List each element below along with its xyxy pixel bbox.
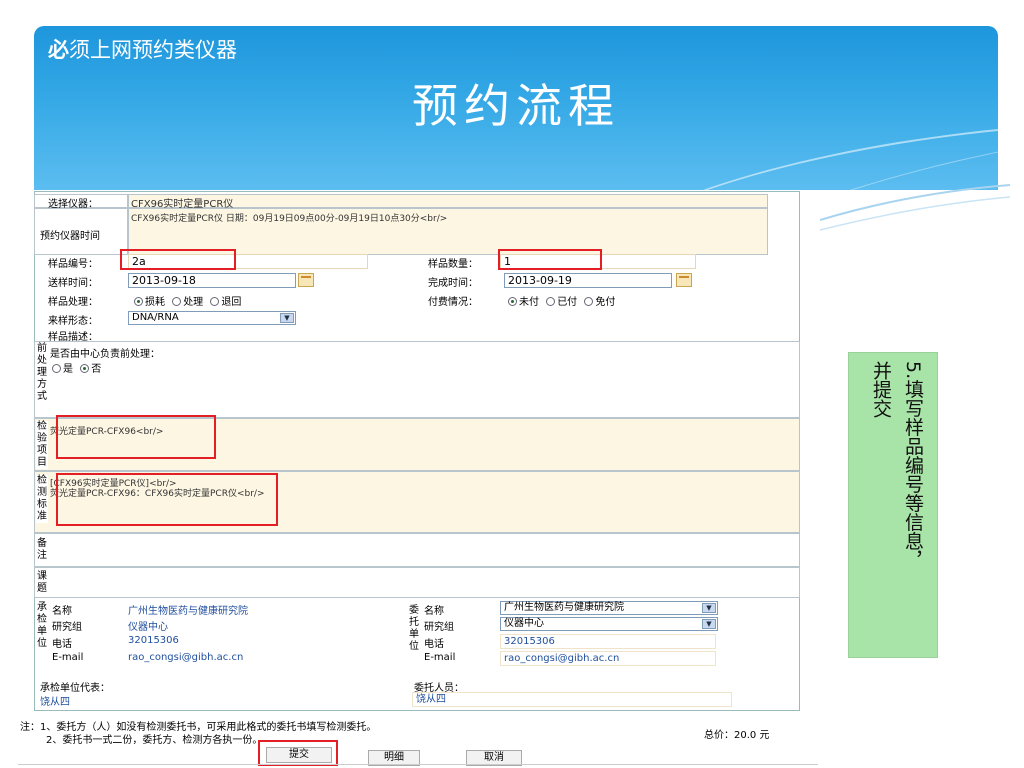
radio-return[interactable]	[210, 297, 220, 306]
slide-subtitle: 必须上网预约类仪器	[48, 38, 237, 62]
treatment-label: 样品处理：	[48, 297, 98, 308]
finish-time-input[interactable]: 2013-09-19	[504, 273, 672, 288]
calendar-icon[interactable]	[676, 273, 692, 287]
radio-unpaid[interactable]	[508, 297, 517, 306]
left-email-label: E-mail	[52, 652, 84, 663]
highlight-box	[56, 415, 216, 459]
chevron-down-icon: ▼	[702, 619, 716, 629]
booking-time-label: 预约仪器时间	[40, 231, 100, 242]
client-input[interactable]: 饶从四	[412, 692, 732, 707]
booking-time-value: CFX96实时定量PCR仪 日期：09月19日09点00分-09月19日10点3…	[131, 214, 448, 224]
right-group-label: 研究组	[424, 622, 454, 633]
left-name-label: 名称	[52, 606, 72, 617]
remark-label: 备注	[37, 538, 47, 561]
treatment-radio-group: 损耗 处理 退回	[130, 293, 241, 308]
slide-title: 预约流程	[412, 79, 620, 133]
left-name-value: 广州生物医药与健康研究院	[128, 606, 248, 617]
radio-paid[interactable]	[546, 297, 556, 306]
send-time-label: 送样时间：	[48, 278, 98, 289]
radio-process[interactable]	[172, 297, 182, 306]
left-email-value: rao_congsi@gibh.ac.cn	[128, 652, 244, 663]
representative-value: 饶从四	[40, 697, 70, 708]
left-phone-label: 电话	[52, 639, 72, 650]
highlight-box	[258, 740, 338, 766]
chevron-down-icon: ▼	[702, 603, 716, 613]
pretreatment-radio-group: 是 否	[48, 360, 101, 375]
radio-free[interactable]	[584, 297, 594, 306]
radio-yes[interactable]	[52, 364, 61, 373]
sample-state-label: 来样形态：	[48, 316, 98, 327]
radio-no[interactable]	[80, 364, 90, 373]
undertaking-unit-label: 承检单位	[37, 602, 47, 649]
decorative-swoosh	[820, 184, 1010, 231]
entrust-phone-input[interactable]: 32015306	[500, 634, 716, 649]
left-group-label: 研究组	[52, 622, 82, 633]
entrusting-unit-label: 委托单位	[409, 605, 419, 652]
sample-quantity-label: 样品数量：	[428, 259, 478, 270]
pretreatment-label: 前处理方式	[37, 343, 47, 402]
entrust-name-select[interactable]: 广州生物医药与健康研究院 ▼	[500, 601, 718, 615]
footnote-2: 2、委托书一式二份，委托方、检测方各执一份。	[46, 735, 263, 746]
left-group-value: 仪器中心	[128, 622, 168, 633]
test-standard-label: 检测标准	[36, 475, 48, 523]
representative-label: 承检单位代表：	[40, 683, 110, 694]
instruction-note: 5.填写样品编号等信息， 并提交	[848, 352, 938, 658]
right-phone-label: 电话	[424, 639, 444, 650]
instruction-line-2: 并提交	[870, 361, 892, 418]
divider	[18, 764, 818, 765]
left-phone-value: 32015306	[128, 635, 179, 646]
calendar-icon[interactable]	[298, 273, 314, 287]
right-name-label: 名称	[424, 606, 444, 617]
chevron-down-icon: ▼	[280, 313, 294, 323]
pretreatment-question: 是否由中心负责前处理：	[50, 349, 160, 360]
highlight-box	[120, 249, 236, 270]
payment-label: 付费情况：	[428, 297, 478, 308]
total-price: 总价：20.0 元	[704, 730, 770, 741]
payment-radio-group: 未付 已付 免付	[504, 293, 615, 308]
entrust-group-select[interactable]: 仪器中心 ▼	[500, 617, 718, 631]
subject-label: 课题	[37, 571, 47, 594]
highlight-box	[56, 473, 278, 526]
entrust-email-input[interactable]: rao_congsi@gibh.ac.cn	[500, 651, 716, 666]
sample-state-select[interactable]: DNA/RNA ▼	[128, 311, 296, 325]
right-email-label: E-mail	[424, 652, 456, 663]
sample-number-label: 样品编号：	[48, 259, 98, 270]
finish-time-label: 完成时间：	[428, 278, 478, 289]
send-time-input[interactable]: 2013-09-18	[128, 273, 296, 288]
test-item-label: 检验项目	[36, 421, 48, 469]
radio-loss[interactable]	[134, 297, 143, 306]
highlight-box	[498, 249, 602, 270]
instruction-line-1: 5.填写样品编号等信息，	[902, 361, 924, 570]
booking-form: 选择仪器： CFX96实时定量PCR仪 预约仪器时间 CFX96实时定量PCR仪…	[18, 191, 818, 768]
header-banner: 必须上网预约类仪器 预约流程	[34, 26, 998, 190]
